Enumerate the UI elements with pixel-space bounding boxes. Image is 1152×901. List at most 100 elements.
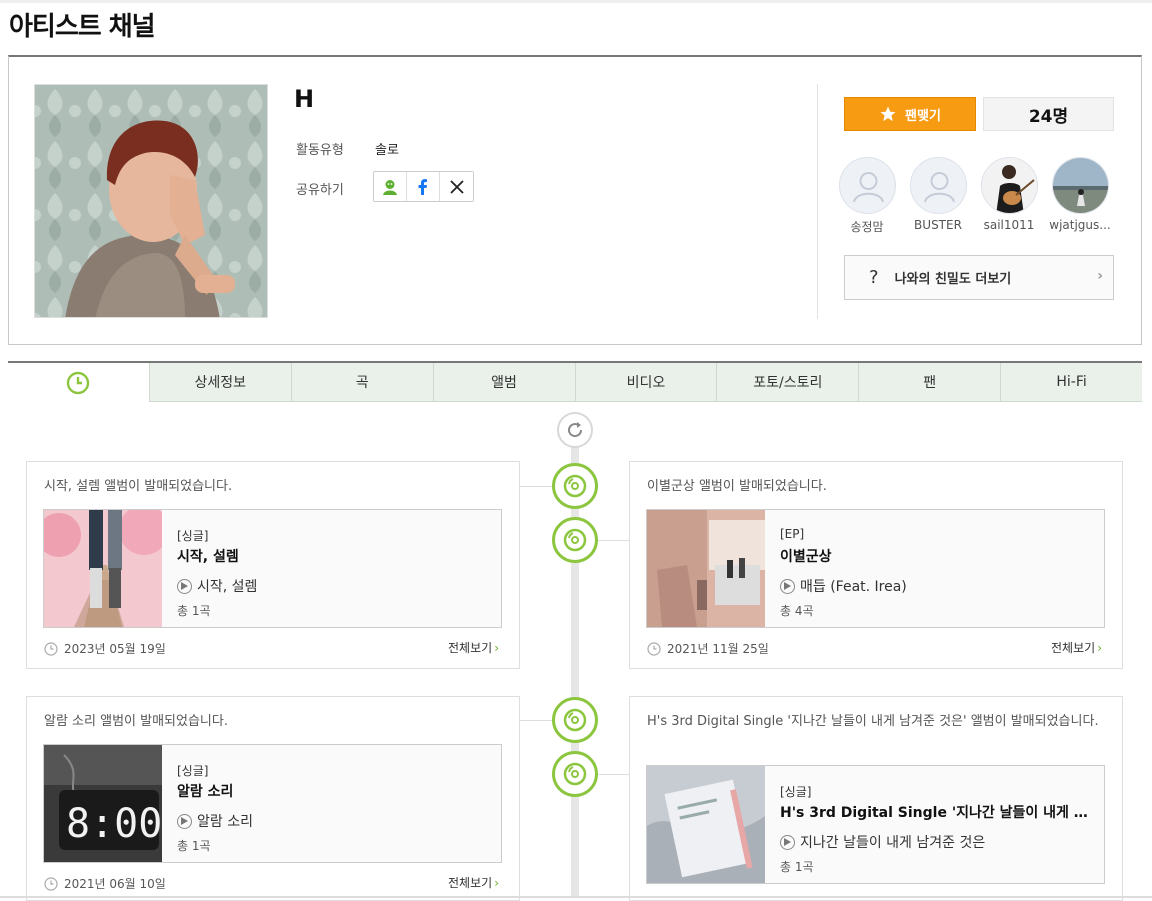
svg-text:8:00: 8:00: [66, 801, 162, 847]
artist-profile: H 활동유형 솔로 공유하기 팬맺기 24명 송정맘 BUSTER sail10…: [8, 55, 1142, 345]
timeline-node-icon: [552, 751, 598, 797]
fan-join-label: 팬맺기: [905, 108, 941, 124]
play-icon[interactable]: [177, 578, 192, 594]
fan-count: 24명: [983, 97, 1114, 131]
guitar-avatar: [980, 157, 1038, 214]
fan-member[interactable]: 송정맘: [831, 157, 903, 235]
track-count: 총 4곡: [780, 604, 814, 618]
track-count: 총 1곡: [780, 860, 814, 874]
track-link[interactable]: 지나간 날들이 내게 남겨준 것은: [780, 832, 985, 852]
track-count: 총 1곡: [177, 839, 211, 853]
play-icon[interactable]: [780, 578, 795, 594]
share-buttons: [373, 171, 474, 202]
intimacy-label: 나와의 친밀도 더보기: [894, 272, 1012, 287]
album-cover[interactable]: 8:00: [44, 745, 162, 862]
page-title: 아티스트 채널: [9, 12, 156, 42]
timeline-connector: [520, 720, 552, 721]
chevron-right-icon: ›: [1097, 268, 1103, 284]
fan-member[interactable]: sail1011: [973, 157, 1045, 232]
intimacy-more-button[interactable]: ? 나와의 친밀도 더보기 ›: [844, 255, 1114, 300]
chevron-right-icon: ›: [494, 641, 499, 655]
channel-tabs: 상세정보 곡 앨범 비디오 포토/스토리 팬 Hi-Fi: [8, 361, 1142, 402]
activity-type-label: 활동유형: [296, 143, 344, 158]
timeline-connector: [520, 486, 552, 487]
album-type: [싱글]: [177, 529, 209, 543]
clock-icon: [647, 641, 661, 656]
album-type: [싱글]: [780, 785, 812, 799]
default-avatar-icon: [838, 157, 896, 214]
card-headline: 이별군상 앨범이 발매되었습니다.: [647, 479, 827, 494]
facebook-icon[interactable]: [407, 172, 440, 201]
artist-name: H: [294, 85, 315, 113]
fan-name: 송정맘: [850, 220, 884, 234]
tab-timeline[interactable]: [8, 363, 149, 402]
timeline-card: 시작, 설렘 앨범이 발매되었습니다. [싱글] 시작, 설렘 시작, 설렘 총…: [26, 461, 520, 669]
question-icon: ?: [869, 267, 879, 288]
fan-member[interactable]: wjatjgus...: [1044, 157, 1116, 232]
album-title[interactable]: 알람 소리: [177, 781, 492, 801]
view-all-link[interactable]: 전체보기 ›: [448, 874, 499, 891]
tab-albums[interactable]: 앨범: [432, 363, 575, 402]
album-box[interactable]: [싱글] 시작, 설렘 시작, 설렘 총 1곡: [43, 509, 502, 628]
chevron-right-icon: ›: [1097, 641, 1102, 655]
fan-name: sail1011: [983, 218, 1035, 232]
default-avatar-icon: [909, 157, 967, 214]
fan-name: wjatjgus...: [1049, 218, 1111, 232]
album-cover[interactable]: [647, 766, 765, 883]
track-link[interactable]: 알람 소리: [177, 811, 253, 831]
tab-details[interactable]: 상세정보: [148, 363, 291, 402]
album-type: [싱글]: [177, 764, 209, 778]
play-icon[interactable]: [177, 813, 192, 829]
clock-icon: [44, 876, 58, 891]
profile-divider: [817, 84, 818, 319]
album-title[interactable]: 이별군상: [780, 546, 1095, 566]
tab-hifi[interactable]: Hi-Fi: [1000, 363, 1142, 402]
tab-fans[interactable]: 팬: [858, 363, 1001, 402]
track-title: 시작, 설렘: [197, 579, 258, 595]
track-count: 총 1곡: [177, 604, 211, 618]
album-title[interactable]: 시작, 설렘: [177, 546, 492, 566]
play-icon[interactable]: [780, 834, 795, 850]
card-headline: 시작, 설렘 앨범이 발매되었습니다.: [44, 479, 233, 494]
tab-songs[interactable]: 곡: [290, 363, 433, 402]
tab-photo-story[interactable]: 포토/스토리: [716, 363, 859, 402]
refresh-button[interactable]: [557, 412, 593, 448]
timeline-line: [571, 445, 579, 898]
timeline-node-icon: [552, 517, 598, 563]
album-cover[interactable]: [44, 510, 162, 627]
album-box[interactable]: 8:00 [싱글] 알람 소리 알람 소리 총 1곡: [43, 744, 502, 863]
timeline-connector: [598, 540, 630, 541]
track-title: 알람 소리: [197, 814, 253, 830]
track-title: 지나간 날들이 내게 남겨준 것은: [800, 835, 986, 851]
card-headline: H's 3rd Digital Single '지나간 날들이 내게 남겨준 것…: [647, 714, 1099, 729]
album-title[interactable]: H's 3rd Digital Single '지나간 날들이 내게 남겨준 것…: [780, 802, 1095, 822]
view-all-link[interactable]: 전체보기 ›: [1051, 639, 1102, 656]
timeline-node-icon: [552, 697, 598, 743]
view-all-link[interactable]: 전체보기 ›: [448, 639, 499, 656]
album-box[interactable]: [EP] 이별군상 매듭 (Feat. Irea) 총 4곡: [646, 509, 1105, 628]
fan-join-button[interactable]: 팬맺기: [844, 97, 976, 131]
fan-name: BUSTER: [914, 218, 962, 232]
activity-type-value: 솔로: [375, 143, 399, 158]
album-type: [EP]: [780, 527, 805, 541]
album-cover[interactable]: [647, 510, 765, 627]
x-icon[interactable]: [440, 172, 473, 201]
timeline-node-icon: [552, 463, 598, 509]
fan-member[interactable]: BUSTER: [902, 157, 974, 232]
top-border: [0, 0, 1152, 3]
timeline-card: H's 3rd Digital Single '지나간 날들이 내게 남겨준 것…: [629, 696, 1123, 901]
tab-videos[interactable]: 비디오: [574, 363, 717, 402]
track-link[interactable]: 시작, 설렘: [177, 576, 257, 596]
track-link[interactable]: 매듭 (Feat. Irea): [780, 576, 907, 596]
release-date: 2023년 05월 19일: [44, 640, 166, 657]
fan-list: 송정맘 BUSTER sail1011 wjatjgus...: [831, 157, 1121, 239]
beach-avatar: [1051, 157, 1109, 214]
melon-friend-icon[interactable]: [374, 172, 407, 201]
album-box[interactable]: [싱글] H's 3rd Digital Single '지나간 날들이 내게 …: [646, 765, 1105, 884]
timeline-card: 알람 소리 앨범이 발매되었습니다. 8:00 [싱글] 알람 소리 알람 소리…: [26, 696, 520, 901]
star-icon: [880, 106, 896, 122]
timeline-connector: [598, 774, 630, 775]
card-headline: 알람 소리 앨범이 발매되었습니다.: [44, 714, 228, 729]
timeline-card: 이별군상 앨범이 발매되었습니다. [EP] 이별군상 매듭 (Feat. Ir…: [629, 461, 1123, 669]
artist-photo: [34, 84, 268, 318]
